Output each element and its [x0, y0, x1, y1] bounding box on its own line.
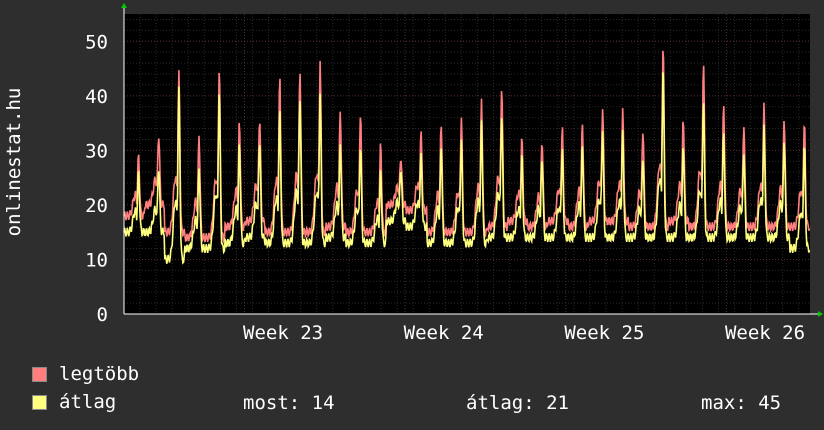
y-axis-label: onlinestat.hu	[3, 87, 25, 237]
legend-label-max: legtöbb	[59, 363, 140, 385]
plot-area	[124, 14, 810, 314]
chart-window: 0 10 20 30 40 50 Week 23 Week 24 Week 25 Week 26 …	[0, 0, 824, 430]
x-tick-label: Week 25	[564, 322, 644, 344]
legend-item-max: legtöbb	[32, 363, 140, 385]
x-tick-label: Week 26	[725, 322, 805, 344]
stat-average: átlag: 21	[466, 392, 569, 414]
stat-now: most: 14	[243, 392, 335, 414]
y-tick-label: 0	[97, 304, 108, 326]
y-axis-arrow-icon	[121, 3, 127, 8]
y-tick-label: 40	[85, 86, 108, 108]
stat-max: max: 45	[701, 392, 782, 414]
legend-swatch-max	[32, 366, 47, 382]
x-tick-label: Week 23	[243, 322, 323, 344]
y-tick-label: 50	[85, 31, 108, 53]
legend-label-avg: átlag	[59, 391, 117, 413]
legend-item-avg: átlag	[32, 391, 117, 413]
legend-swatch-avg	[32, 394, 47, 410]
y-tick-label: 20	[85, 195, 108, 217]
y-tick-label: 10	[85, 249, 108, 271]
x-axis-arrow-icon	[818, 311, 823, 317]
x-tick-label: Week 24	[404, 322, 484, 344]
y-tick-label: 30	[85, 140, 108, 162]
